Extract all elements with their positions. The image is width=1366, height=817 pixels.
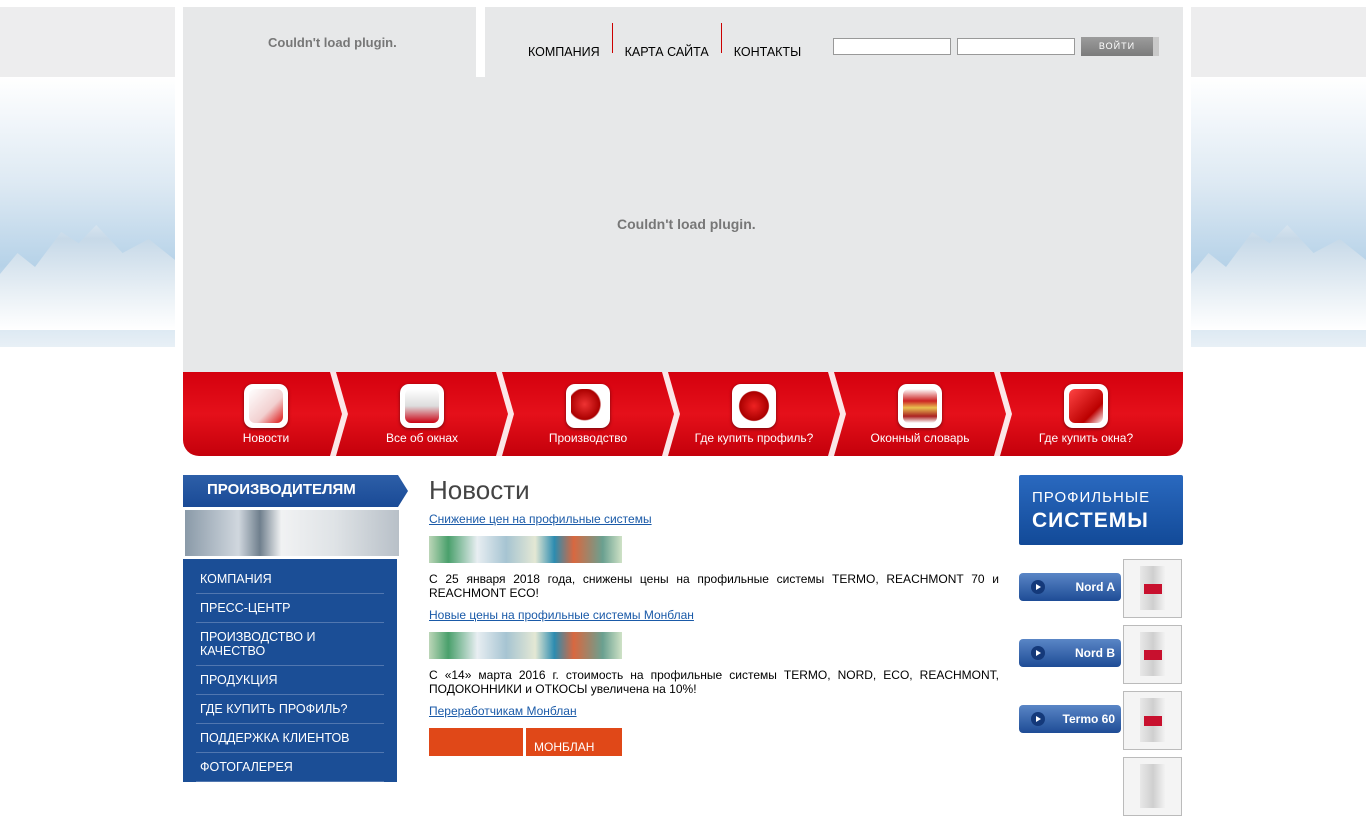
news-link[interactable]: Снижение цен на профильные системы xyxy=(429,512,999,526)
news-icon xyxy=(244,384,288,428)
product-image[interactable] xyxy=(1123,757,1182,816)
plugin-error-text: Couldn't load plugin. xyxy=(268,35,397,50)
product-item: Nord A xyxy=(1019,559,1183,619)
menu-item-buy-windows[interactable]: Где купить окна? xyxy=(1003,372,1169,456)
product-image[interactable] xyxy=(1123,625,1182,684)
page-title: Новости xyxy=(429,475,530,505)
left-column: ПРОИЗВОДИТЕЛЯМ КОМПАНИЯ ПРЕСС-ЦЕНТР ПРОИ… xyxy=(183,475,410,782)
product-item: Termo 60 xyxy=(1019,691,1183,751)
news-list: Снижение цен на профильные системы С 25 … xyxy=(429,512,999,756)
left-menu: КОМПАНИЯ ПРЕСС-ЦЕНТР ПРОИЗВОДСТВО И КАЧЕ… xyxy=(183,559,397,782)
left-menu-buy-profile[interactable]: ГДЕ КУПИТЬ ПРОФИЛЬ? xyxy=(196,695,384,724)
location-icon xyxy=(732,384,776,428)
plugin-error-text: Couldn't load plugin. xyxy=(617,216,756,232)
gears-icon xyxy=(566,384,610,428)
books-icon xyxy=(898,384,942,428)
product-button-nord-a[interactable]: Nord A xyxy=(1019,573,1121,601)
montblanc-logo[interactable]: МОНБЛАН xyxy=(429,728,622,756)
left-menu-production-quality[interactable]: ПРОИЗВОДСТВО И КАЧЕСТВО xyxy=(196,623,384,666)
news-link[interactable]: Новые цены на профильные системы Монблан xyxy=(429,608,999,622)
password-field[interactable] xyxy=(957,38,1075,55)
product-item: Nord B xyxy=(1019,625,1183,685)
news-thumbnail[interactable] xyxy=(429,536,622,563)
login-button[interactable]: ВОЙТИ xyxy=(1081,37,1159,56)
news-link[interactable]: Переработчикам Монблан xyxy=(429,704,999,718)
play-icon xyxy=(1031,580,1045,594)
login-field[interactable] xyxy=(833,38,951,55)
menu-item-production[interactable]: Производство xyxy=(505,372,671,456)
left-menu-support[interactable]: ПОДДЕРЖКА КЛИЕНТОВ xyxy=(196,724,384,753)
window-icon xyxy=(400,384,444,428)
product-button-termo-60[interactable]: Termo 60 xyxy=(1019,705,1121,733)
play-icon xyxy=(1031,712,1045,726)
top-nav-contacts[interactable]: КОНТАКТЫ xyxy=(722,45,813,59)
top-nav-sitemap[interactable]: КАРТА САЙТА xyxy=(613,45,721,59)
login-form: ВОЙТИ xyxy=(833,37,1159,56)
left-menu-company[interactable]: КОМПАНИЯ xyxy=(196,565,384,594)
left-menu-press[interactable]: ПРЕСС-ЦЕНТР xyxy=(196,594,384,623)
product-image[interactable] xyxy=(1123,691,1182,750)
product-button-nord-b[interactable]: Nord B xyxy=(1019,639,1121,667)
right-column: ПРОФИЛЬНЫЕ СИСТЕМЫ Nord A Nord B Termo 6… xyxy=(1019,475,1183,816)
background-right xyxy=(1191,0,1366,768)
product-item xyxy=(1019,757,1183,817)
profile-systems-banner[interactable]: ПРОФИЛЬНЫЕ СИСТЕМЫ xyxy=(1019,475,1183,545)
news-text: С «14» марта 2016 г. стоимость на профил… xyxy=(429,668,999,696)
flash-banner: Couldn't load plugin. xyxy=(183,77,1183,372)
background-left xyxy=(0,0,175,768)
box-icon xyxy=(1064,384,1108,428)
top-nav-company[interactable]: КОМПАНИЯ xyxy=(516,45,612,59)
logo-plugin-area: Couldn't load plugin. xyxy=(183,7,476,77)
menu-item-news[interactable]: Новости xyxy=(183,372,349,456)
news-text: С 25 января 2018 года, снижены цены на п… xyxy=(429,572,999,600)
news-thumbnail[interactable] xyxy=(429,632,622,659)
menu-item-windows[interactable]: Все об окнах xyxy=(339,372,505,456)
menu-item-dictionary[interactable]: Оконный словарь xyxy=(837,372,1003,456)
top-navigation: КОМПАНИЯ КАРТА САЙТА КОНТАКТЫ xyxy=(516,23,813,59)
menu-item-buy-profile[interactable]: Где купить профиль? xyxy=(671,372,837,456)
main-content: Новости Снижение цен на профильные систе… xyxy=(429,475,999,756)
play-icon xyxy=(1031,646,1045,660)
manufacturers-photo xyxy=(183,507,402,559)
manufacturers-header[interactable]: ПРОИЗВОДИТЕЛЯМ xyxy=(183,475,410,507)
header-bar: КОМПАНИЯ КАРТА САЙТА КОНТАКТЫ ВОЙТИ xyxy=(485,7,1183,77)
left-menu-products[interactable]: ПРОДУКЦИЯ xyxy=(196,666,384,695)
product-image[interactable] xyxy=(1123,559,1182,618)
main-menu: Новости Все об окнах Производство Где ку… xyxy=(183,372,1183,456)
